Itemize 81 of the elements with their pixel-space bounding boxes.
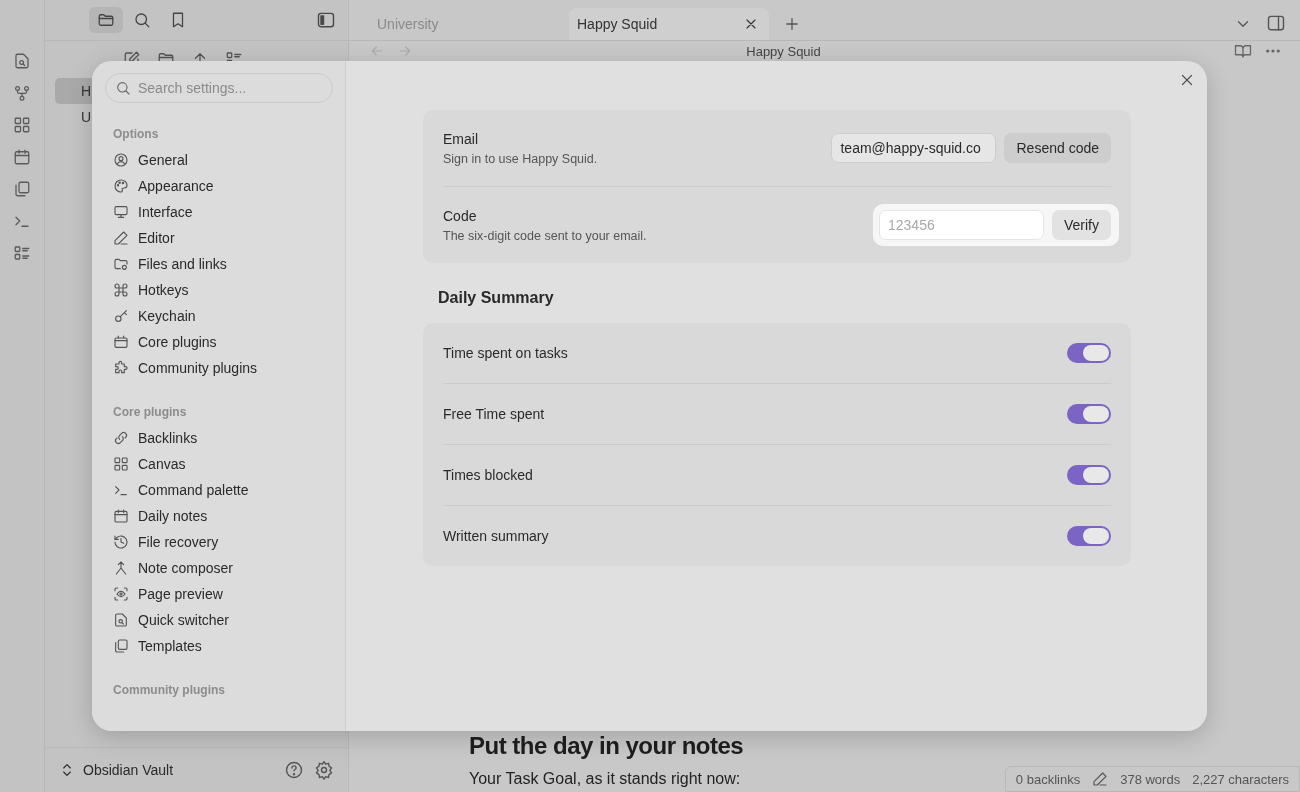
toggle-switch[interactable] — [1067, 343, 1111, 363]
settings-nav-item[interactable]: Page preview — [105, 581, 333, 607]
box-icon — [113, 334, 129, 350]
folder-gear-icon — [113, 256, 129, 272]
settings-nav-item[interactable]: Canvas — [105, 451, 333, 477]
key-icon — [113, 308, 129, 324]
section-heading: Community plugins — [113, 683, 226, 697]
canvas-icon[interactable] — [13, 116, 31, 134]
puzzle-icon — [113, 360, 129, 376]
search-icon — [133, 11, 151, 29]
monitor-icon — [113, 204, 129, 220]
templates-icon[interactable] — [13, 180, 31, 198]
settings-nav-item[interactable]: Core plugins — [105, 329, 333, 355]
toggle-switch[interactable] — [1067, 465, 1111, 485]
setting-description: The six-digit code sent to your email. — [443, 228, 648, 243]
reading-view-icon[interactable] — [1234, 42, 1252, 60]
settings-icon[interactable] — [314, 760, 334, 780]
resend-button[interactable]: Resend code — [1004, 133, 1111, 163]
setting-label: Written summary — [443, 528, 550, 544]
setting-label: Free Time spent — [443, 406, 546, 422]
settings-nav-item[interactable]: Keychain — [105, 303, 333, 329]
section-heading: Options — [113, 127, 160, 141]
help-icon[interactable] — [284, 760, 304, 780]
note-title: Happy Squid — [745, 43, 822, 59]
character-count: 2,227 characters — [1192, 771, 1289, 787]
setting-description: Sign in to use Happy Squid. — [443, 151, 599, 166]
settings-nav-item[interactable]: File recovery — [105, 529, 333, 555]
search-field[interactable]: Search settings... — [105, 73, 333, 103]
code-field[interactable]: 123456 — [879, 210, 1044, 240]
settings-nav-item[interactable]: Editor — [105, 225, 333, 251]
settings-nav-item[interactable]: Community plugins — [105, 355, 333, 381]
list-icon[interactable] — [13, 244, 31, 262]
note-text: Your Task Goal, as it stands right now: — [469, 770, 741, 788]
settings-nav-item[interactable]: Appearance — [105, 173, 333, 199]
pencil-icon — [113, 230, 129, 246]
new-tab-icon[interactable] — [783, 15, 801, 33]
settings-nav-item[interactable]: Quick switcher — [105, 607, 333, 633]
quick-switcher-icon[interactable] — [13, 52, 31, 70]
copy-icon — [113, 638, 129, 654]
calendar-icon — [113, 508, 129, 524]
setting-label: Times blocked — [443, 467, 534, 483]
sidebar-tab[interactable] — [89, 7, 123, 33]
search-icon — [115, 80, 131, 96]
settings-nav-item[interactable]: Note composer — [105, 555, 333, 581]
backlinks-count[interactable]: 0 backlinks — [1015, 771, 1081, 787]
command-key-icon — [113, 282, 129, 298]
settings-nav-item[interactable]: Files and links — [105, 251, 333, 277]
settings-nav-item[interactable]: Backlinks — [105, 425, 333, 451]
eye-icon — [113, 586, 129, 602]
settings-nav-item[interactable]: Interface — [105, 199, 333, 225]
settings-nav-item[interactable]: General — [105, 147, 333, 173]
pencil-icon[interactable] — [1092, 771, 1109, 787]
setting-label: Code — [443, 207, 478, 224]
palette-icon — [113, 178, 129, 194]
settings-nav-item[interactable]: Hotkeys — [105, 277, 333, 303]
section-heading: Daily Summary — [438, 289, 555, 307]
sidebar-toggle-icon[interactable] — [1266, 13, 1286, 33]
grid-icon — [113, 456, 129, 472]
verify-button[interactable]: Verify — [1052, 210, 1111, 240]
email-field[interactable]: team@happy-squid.co — [831, 133, 997, 163]
user-icon — [113, 152, 129, 168]
file-search-icon — [113, 612, 129, 628]
word-count: 378 words — [1120, 771, 1181, 787]
setting-label: Time spent on tasks — [443, 345, 569, 361]
tab[interactable]: Happy Squid — [569, 8, 769, 40]
graph-icon[interactable] — [13, 84, 31, 102]
folder-icon — [97, 11, 115, 29]
toggle-switch[interactable] — [1067, 526, 1111, 546]
settings-nav-item[interactable]: Daily notes — [105, 503, 333, 529]
toggle-switch[interactable] — [1067, 404, 1111, 424]
calendar-icon[interactable] — [13, 148, 31, 166]
vault-switcher[interactable]: Obsidian Vault — [59, 762, 284, 778]
note-heading: Put the day in your notes — [469, 732, 744, 760]
section-heading: Core plugins — [113, 405, 188, 419]
settings-nav-item[interactable]: Templates — [105, 633, 333, 659]
merge-icon — [113, 560, 129, 576]
settings-nav-item[interactable]: Command palette — [105, 477, 333, 503]
sidebar-toggle-icon[interactable] — [316, 10, 336, 30]
setting-label: Email — [443, 130, 479, 147]
link-icon — [113, 430, 129, 446]
history-icon — [113, 534, 129, 550]
